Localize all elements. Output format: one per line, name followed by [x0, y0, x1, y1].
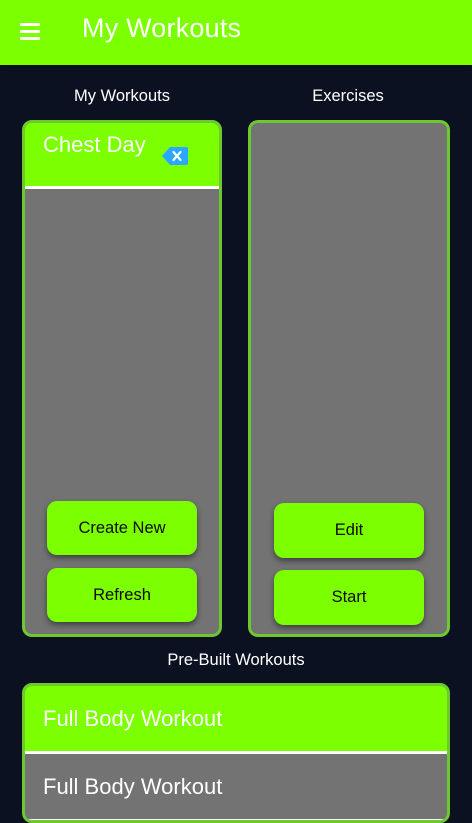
my-workouts-heading: My Workouts	[74, 87, 170, 105]
exercises-heading: Exercises	[312, 87, 384, 105]
my-workouts-panel: Chest Day Create New Refresh	[22, 120, 222, 637]
refresh-button[interactable]: Refresh	[47, 568, 197, 622]
prebuilt-workouts-panel: Full Body Workout Full Body Workout	[22, 683, 450, 823]
prebuilt-workout-name: Full Body Workout	[43, 706, 223, 731]
prebuilt-workout-name: Full Body Workout	[43, 774, 223, 799]
edit-button[interactable]: Edit	[274, 503, 424, 558]
app-bar: My Workouts	[0, 0, 472, 65]
page-title: My Workouts	[82, 13, 242, 43]
backspace-delete-icon[interactable]	[159, 143, 189, 169]
create-new-button[interactable]: Create New	[47, 501, 197, 555]
workout-list-item[interactable]: Chest Day	[25, 123, 219, 189]
start-button[interactable]: Start	[274, 570, 424, 625]
exercises-panel: Edit Start	[248, 120, 450, 637]
prebuilt-workout-item[interactable]: Full Body Workout	[25, 754, 447, 820]
workout-name: Chest Day	[43, 132, 146, 157]
prebuilt-workout-item[interactable]: Full Body Workout	[25, 686, 447, 754]
prebuilt-heading: Pre-Built Workouts	[167, 651, 305, 669]
hamburger-menu-icon[interactable]	[20, 23, 42, 41]
